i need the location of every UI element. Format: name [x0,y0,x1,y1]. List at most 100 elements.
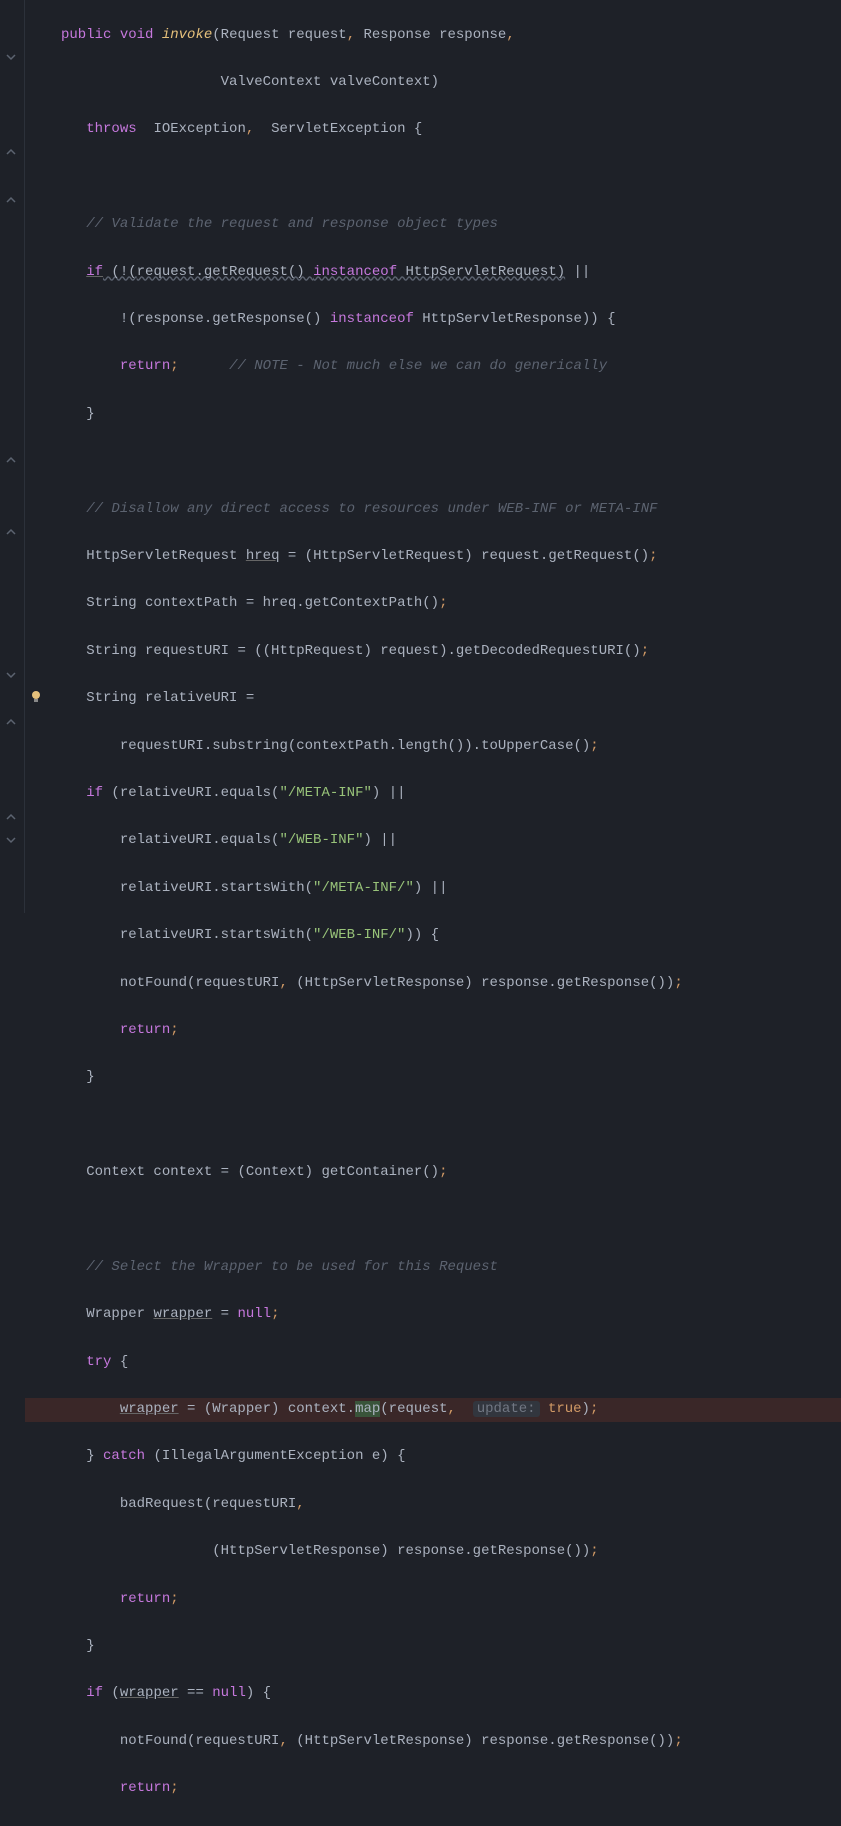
var: wrapper [120,1685,179,1701]
comment: // Select the Wrapper to be used for thi… [86,1259,498,1275]
text: )) { [405,927,439,943]
keyword: try [86,1354,111,1370]
string: "/WEB-INF" [279,832,363,848]
text: relativeURI.equals( [120,832,280,848]
null: null [212,1685,246,1701]
keyword: return [120,358,170,374]
text: Context context = (Context) getContainer… [86,1164,439,1180]
semi: ; [674,1733,682,1749]
text: HttpServletResponse)) { [414,311,616,327]
keyword: if [86,785,103,801]
code-area[interactable]: public void invoke(Request request, Resp… [25,0,841,913]
text: String relativeURI = [86,690,254,706]
semi: ; [170,1022,178,1038]
semi: ; [170,1780,178,1796]
brace: } [86,406,94,422]
text: IOException [137,121,246,137]
comment: // Validate the request and response obj… [86,216,498,232]
text: == [179,1685,213,1701]
text: relativeURI.startsWith( [120,927,313,943]
keyword: return [120,1022,170,1038]
keyword: instanceof [330,311,414,327]
semi: ; [649,548,657,564]
text: = (Wrapper) context. [179,1401,355,1417]
comma: , [279,1733,287,1749]
text: ( [103,1685,120,1701]
fold-icon[interactable] [4,810,18,824]
brace: { [111,1354,128,1370]
gutter [0,0,25,913]
keyword: throws [86,121,136,137]
inlay-hint: update: [473,1401,540,1417]
params: ValveContext valveContext) [221,74,439,90]
text: ServletException { [254,121,422,137]
fold-icon[interactable] [4,525,18,539]
text: String requestURI = ((HttpRequest) reque… [86,643,641,659]
selection: map [355,1401,380,1417]
space [540,1401,548,1417]
comment: // Disallow any direct access to resourc… [86,501,657,517]
text: || [565,264,590,280]
comma: , [347,27,355,43]
method-name: invoke [162,27,212,43]
text: HttpServletRequest) [397,264,565,280]
text: (IllegalArgumentException e) { [145,1448,405,1464]
semi: ; [170,358,178,374]
text: (HttpServletResponse) response.getRespon… [212,1543,590,1559]
text: String contextPath = hreq.getContextPath… [86,595,439,611]
fold-icon[interactable] [4,193,18,207]
fold-icon[interactable] [4,668,18,682]
string: "/META-INF/" [313,880,414,896]
text: badRequest(requestURI [120,1496,296,1512]
keyword: instanceof [313,264,397,280]
text: notFound(requestURI [120,1733,280,1749]
space [179,358,229,374]
text: (!( [103,264,137,280]
comma: , [296,1496,304,1512]
text: notFound(requestURI [120,975,280,991]
semi: ; [590,1401,598,1417]
text: ) || [363,832,397,848]
bool: true [548,1401,582,1417]
text: (HttpServletResponse) response.getRespon… [288,975,674,991]
comma: , [246,121,254,137]
text: HttpServletRequest [86,548,246,564]
semi: ; [590,738,598,754]
text: = [212,1306,237,1322]
keyword: void [120,27,154,43]
string: "/WEB-INF/" [313,927,405,943]
keyword: catch [103,1448,145,1464]
text: ) || [372,785,406,801]
null: null [237,1306,271,1322]
keyword: public [61,27,111,43]
semi: ; [439,595,447,611]
text: requestURI.substring(contextPath.length(… [120,738,590,754]
text: (HttpServletResponse) response.getRespon… [288,1733,674,1749]
fold-icon[interactable] [4,715,18,729]
text: ) [582,1401,590,1417]
var: hreq [246,548,280,564]
var: wrapper [120,1401,179,1417]
fold-icon[interactable] [4,145,18,159]
code-editor: public void invoke(Request request, Resp… [0,0,841,913]
semi: ; [170,1591,178,1607]
keyword: return [120,1780,170,1796]
comma: , [448,1401,456,1417]
brace: } [86,1448,103,1464]
text: (request [380,1401,447,1417]
text: ) { [246,1685,271,1701]
fold-icon[interactable] [4,833,18,847]
semi: ; [590,1543,598,1559]
text: relativeURI.startsWith( [120,880,313,896]
text: ) || [414,880,448,896]
text: request.getRequest() [137,264,313,280]
semi: ; [641,643,649,659]
params: Response response [355,27,506,43]
comma: , [506,27,514,43]
fold-icon[interactable] [4,50,18,64]
keyword: if [86,264,103,280]
keyword: return [120,1591,170,1607]
brace: } [86,1069,94,1085]
fold-icon[interactable] [4,453,18,467]
text: !(response.getResponse() [120,311,330,327]
